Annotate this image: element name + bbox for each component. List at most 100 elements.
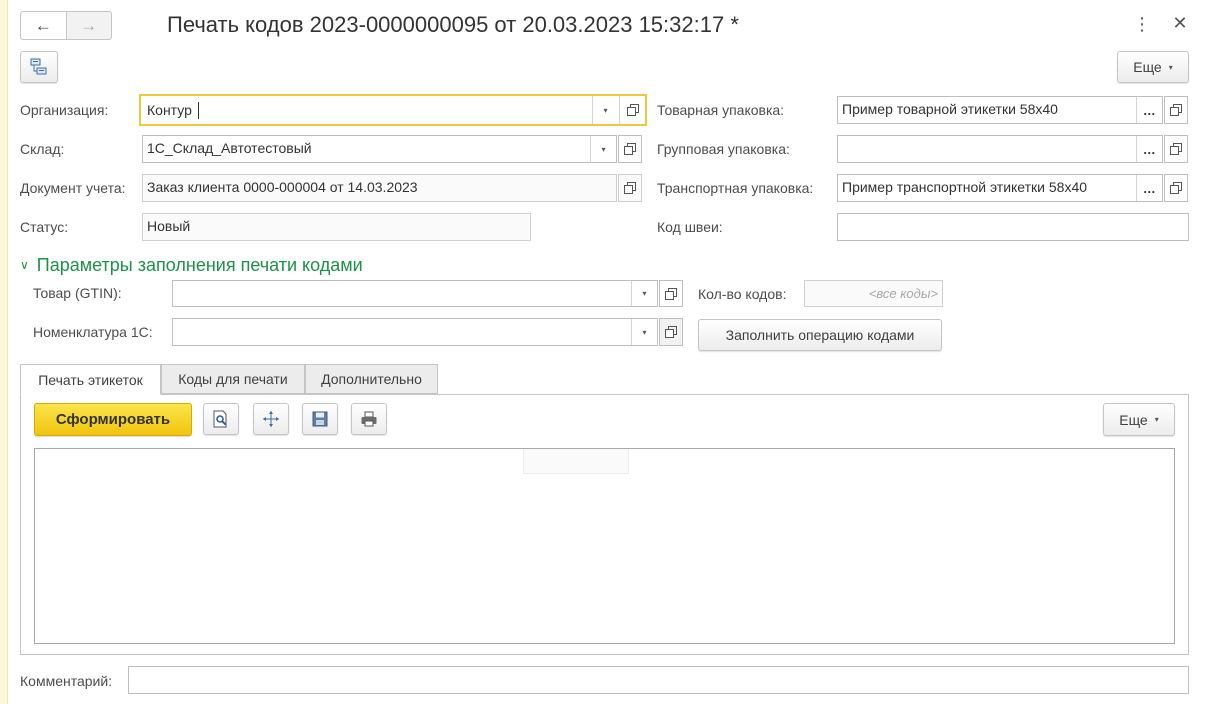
transport-pack-open-button[interactable] (1164, 174, 1188, 202)
tab-additional[interactable]: Дополнительно (305, 364, 438, 394)
tab-print-labels[interactable]: Печать этикеток (20, 364, 161, 395)
product-pack-open-button[interactable] (1164, 96, 1188, 124)
open-window-icon (1170, 104, 1182, 116)
nomenclature-label: Номенклатура 1С: (33, 324, 153, 340)
organization-label: Организация: (20, 102, 109, 118)
comment-label: Комментарий: (20, 673, 113, 689)
fill-codes-button[interactable]: Заполнить операцию кодами (698, 319, 942, 351)
close-icon[interactable]: ✕ (1170, 13, 1190, 33)
sewing-code-field[interactable] (837, 213, 1189, 241)
tab-label: Коды для печати (178, 371, 288, 387)
print-more-button[interactable]: Еще ▾ (1103, 403, 1175, 436)
group-pack-field[interactable]: ... (837, 135, 1163, 163)
fill-params-section-header[interactable]: ∨ Параметры заполнения печати кодами (20, 254, 363, 278)
warehouse-label: Склад: (20, 141, 65, 157)
left-edge-strip (0, 0, 8, 704)
generate-button[interactable]: Сформировать (34, 403, 192, 436)
section-title: Параметры заполнения печати кодами (36, 255, 363, 275)
back-button[interactable]: ← (21, 12, 67, 39)
more-label: Еще (1133, 59, 1162, 75)
document-structure-icon (30, 58, 47, 75)
select-button[interactable]: ... (1136, 136, 1162, 162)
preview-icon (213, 410, 227, 428)
tab-codes-for-print[interactable]: Коды для печати (161, 364, 305, 394)
tab-label: Дополнительно (321, 371, 422, 387)
group-pack-label: Групповая упаковка: (657, 141, 790, 157)
document-open-button[interactable] (618, 174, 642, 202)
warehouse-field[interactable]: 1С_Склад_Автотестовый ▾ (142, 135, 617, 163)
dropdown-button[interactable]: ▾ (590, 136, 616, 162)
product-pack-value: Пример товарной этикетки 58x40 (842, 101, 1058, 117)
gtin-field[interactable]: ▾ (172, 280, 658, 307)
document-value: Заказ клиента 0000-000004 от 14.03.2023 (147, 179, 418, 195)
dropdown-button[interactable]: ▾ (631, 319, 657, 345)
product-pack-field[interactable]: Пример товарной этикетки 58x40 ... (837, 96, 1163, 124)
open-window-icon (1170, 143, 1182, 155)
nomenclature-open-button[interactable] (659, 318, 683, 346)
transport-pack-field[interactable]: Пример транспортной этикетки 58x40 ... (837, 174, 1163, 202)
comment-field[interactable] (128, 666, 1189, 694)
forward-button[interactable]: → (67, 12, 112, 39)
more-actions-icon[interactable]: ⋮ (1132, 14, 1152, 34)
arrow-right-icon: → (80, 15, 98, 35)
ellipsis-icon: ... (1143, 180, 1156, 196)
gtin-open-button[interactable] (659, 280, 683, 307)
count-field[interactable]: <все коды> (804, 280, 943, 307)
open-window-icon (665, 287, 677, 300)
document-field: Заказ клиента 0000-000004 от 14.03.2023 (142, 174, 617, 202)
warehouse-open-button[interactable] (618, 135, 642, 163)
ellipsis-icon: ... (1143, 102, 1156, 118)
document-label: Документ учета: (20, 180, 126, 196)
select-button[interactable]: ... (1136, 97, 1162, 123)
open-window-icon (626, 104, 639, 116)
spreadsheet-document[interactable] (34, 448, 1175, 644)
chevron-down-icon: ▾ (1154, 415, 1159, 424)
arrow-left-icon: ← (34, 15, 52, 35)
structure-button[interactable] (20, 51, 58, 83)
group-pack-open-button[interactable] (1164, 135, 1188, 163)
select-button[interactable]: ... (1136, 175, 1162, 201)
chevron-down-icon: ∨ (20, 258, 29, 272)
printer-icon (361, 411, 377, 427)
dropdown-button[interactable]: ▾ (592, 96, 618, 124)
status-value: Новый (147, 218, 191, 234)
count-placeholder: <все коды> (868, 286, 938, 301)
window-title: Печать кодов 2023-0000000095 от 20.03.20… (167, 12, 739, 37)
chevron-down-icon: ▾ (601, 144, 606, 154)
chevron-down-icon: ▾ (603, 105, 608, 115)
sewing-code-label: Код швеи: (657, 219, 723, 235)
transport-pack-label: Транспортная упаковка: (657, 180, 814, 196)
chevron-down-icon: ▾ (642, 289, 647, 298)
open-window-icon (624, 182, 636, 194)
organization-field[interactable]: Контур ▾ (139, 94, 647, 126)
navigation-buttons: ← → (20, 11, 112, 40)
tab-label: Печать этикеток (38, 371, 143, 388)
more-menu-button[interactable]: Еще ▾ (1117, 51, 1189, 83)
warehouse-value: 1С_Склад_Автотестовый (147, 140, 312, 156)
status-label: Статус: (20, 219, 69, 235)
move-button[interactable] (253, 403, 289, 435)
spreadsheet-cell[interactable] (523, 449, 629, 474)
nomenclature-field[interactable]: ▾ (172, 318, 658, 346)
product-pack-label: Товарная упаковка: (657, 102, 785, 118)
print-button[interactable] (351, 403, 387, 435)
open-window-icon (1170, 182, 1182, 194)
transport-pack-value: Пример транспортной этикетки 58x40 (842, 179, 1088, 195)
save-button[interactable] (302, 403, 338, 435)
organization-value: Контур (147, 102, 192, 118)
open-window-icon (665, 326, 677, 338)
preview-button[interactable] (203, 403, 239, 435)
dropdown-button[interactable]: ▾ (631, 281, 657, 306)
open-window-icon (624, 143, 636, 155)
move-arrows-icon (263, 411, 279, 427)
save-icon (312, 411, 328, 427)
gtin-label: Товар (GTIN): (33, 285, 122, 301)
generate-label: Сформировать (55, 411, 171, 428)
chevron-down-icon: ▾ (642, 327, 647, 337)
status-field: Новый (142, 213, 531, 241)
more-label: Еще (1119, 411, 1148, 428)
ellipsis-icon: ... (1143, 141, 1156, 157)
open-button[interactable] (619, 96, 645, 124)
count-label: Кол-во кодов: (698, 286, 787, 302)
text-cursor (198, 102, 199, 119)
